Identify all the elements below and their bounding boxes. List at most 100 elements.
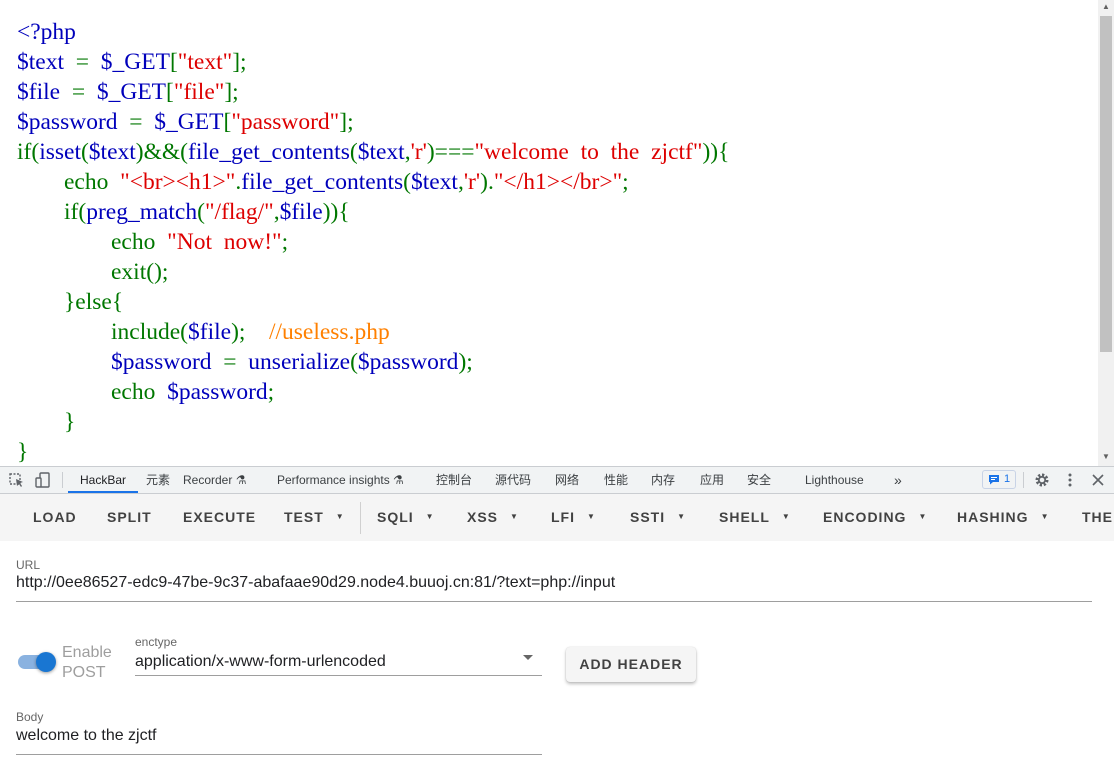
hackbar-button-10[interactable]: HASHING ▼ <box>957 494 1049 541</box>
tab-6[interactable]: 网络 <box>555 467 579 493</box>
code-token: } <box>17 409 76 435</box>
hackbar-button-5[interactable]: XSS ▼ <box>467 494 519 541</box>
code-token: $text <box>410 169 458 195</box>
tab-5[interactable]: 源代码 <box>495 467 531 493</box>
chevron-down-icon: ▼ <box>781 511 791 521</box>
hackbar-button-label: EXECUTE <box>183 509 257 525</box>
more-tabs-icon[interactable]: » <box>894 467 902 493</box>
gear-icon[interactable] <box>1033 470 1051 490</box>
code-token: )&&( <box>135 139 189 165</box>
chevron-down-icon: ▼ <box>335 511 345 521</box>
hackbar-button-label: HASHING <box>957 509 1029 525</box>
issues-count: 1 <box>1004 473 1011 485</box>
tab-10[interactable]: 安全 <box>747 467 771 493</box>
code-token: $password <box>167 379 268 405</box>
scroll-up-arrow-icon[interactable]: ▲ <box>1098 0 1114 14</box>
code-token: echo <box>17 229 168 255</box>
php-source-code: <?php $text = $_GET["text"]; $file = $_G… <box>0 0 1098 466</box>
code-token: $password <box>111 349 212 375</box>
code-token: $file <box>279 199 323 225</box>
tab-8[interactable]: 内存 <box>651 467 675 493</box>
hackbar-button-label: LOAD <box>33 509 77 525</box>
enctype-select[interactable]: application/x-www-form-urlencoded <box>135 653 386 671</box>
hackbar-button-3[interactable]: TEST ▼ <box>284 494 345 541</box>
hackbar-button-2[interactable]: EXECUTE <box>183 494 256 541</box>
code-token: "welcome to the zjctf" <box>474 139 703 165</box>
tab-11[interactable]: Lighthouse <box>805 467 864 493</box>
code-token: ; <box>267 379 275 405</box>
tab-divider <box>62 472 63 488</box>
tab-9[interactable]: 应用 <box>700 467 724 493</box>
code-token: $_GET <box>100 49 170 75</box>
issues-icon <box>989 475 999 485</box>
code-token: 'r' <box>410 139 427 165</box>
body-input-underline <box>16 754 542 755</box>
code-token: ( <box>349 139 358 165</box>
code-token: "</h1></br>" <box>493 169 623 195</box>
tab-7[interactable]: 性能 <box>604 467 628 493</box>
hackbar-button-1[interactable]: SPLIT <box>107 494 152 541</box>
code-token: <?php <box>17 19 76 45</box>
tab-divider <box>1023 472 1024 488</box>
tab-1[interactable]: 元素 <box>146 467 170 493</box>
code-token: $file <box>188 319 232 345</box>
scroll-down-arrow-icon[interactable]: ▼ <box>1098 450 1114 464</box>
code-token: $text <box>17 49 64 75</box>
hackbar-button-8[interactable]: SHELL ▼ <box>719 494 791 541</box>
code-token: = <box>211 349 249 375</box>
body-label: Body <box>16 710 44 724</box>
code-token: [ <box>166 79 174 105</box>
code-token: file_get_contents <box>241 169 404 195</box>
chevron-down-icon: ▼ <box>510 511 519 521</box>
chevron-down-icon[interactable] <box>523 655 533 660</box>
hackbar-button-4[interactable]: SQLI ▼ <box>377 494 435 541</box>
tab-0[interactable]: HackBar <box>68 467 139 493</box>
tab-2[interactable]: Recorder ⚗ <box>183 467 246 493</box>
hackbar-button-9[interactable]: ENCODING ▼ <box>823 494 927 541</box>
toolbar-separator <box>360 502 361 534</box>
hackbar-button-label: SQLI <box>377 509 414 525</box>
code-token: )){ <box>702 139 730 165</box>
code-token: ; <box>622 169 629 195</box>
issues-badge[interactable]: 1 <box>982 470 1016 489</box>
code-token: [ <box>169 49 178 75</box>
chevron-down-icon: ▼ <box>918 511 928 521</box>
url-input[interactable]: http://0ee86527-edc9-47be-9c37-abafaae90… <box>16 574 615 592</box>
hackbar-toolbar: LOAD SPLIT EXECUTE TEST ▼ SQLI ▼ XSS ▼ LFI ▼ SSTI ▼ S… <box>0 494 1114 541</box>
tab-4[interactable]: 控制台 <box>436 467 472 493</box>
code-token: ). <box>480 169 494 195</box>
code-token: ; <box>281 229 289 255</box>
hackbar-button-label: TEST <box>284 509 324 525</box>
code-token: "Not now!" <box>167 229 282 255</box>
code-token: echo <box>17 169 121 195</box>
scrollbar-thumb[interactable] <box>1100 16 1112 352</box>
hackbar-button-7[interactable]: SSTI ▼ <box>630 494 686 541</box>
code-token: $_GET <box>154 109 224 135</box>
code-token: }else{ <box>17 289 124 315</box>
chevron-down-icon: ▼ <box>1040 511 1050 521</box>
tab-3[interactable]: Performance insights ⚗ <box>277 467 404 493</box>
url-label: URL <box>16 558 41 572</box>
hackbar-button-0[interactable]: LOAD <box>33 494 77 541</box>
body-input[interactable]: welcome to the zjctf <box>16 727 157 745</box>
add-header-button[interactable]: ADD HEADER <box>566 647 696 682</box>
code-token: ]; <box>339 109 354 135</box>
hackbar-button-label: SSTI <box>630 509 666 525</box>
hackbar-button-6[interactable]: LFI ▼ <box>551 494 596 541</box>
toggle-knob[interactable] <box>36 652 56 672</box>
inspect-icon[interactable] <box>8 470 26 490</box>
kebab-menu-icon[interactable] <box>1061 470 1079 490</box>
close-icon[interactable] <box>1089 470 1107 490</box>
source-code-view: <?php $text = $_GET["text"]; $file = $_G… <box>0 0 1098 466</box>
code-token: isset <box>39 139 81 165</box>
chevron-down-icon: ▼ <box>677 511 687 521</box>
hackbar-button-label: ENCODING <box>823 509 907 525</box>
hackbar-button-11[interactable]: THE <box>1082 494 1113 541</box>
device-toggle-icon[interactable] <box>34 470 52 490</box>
page-scrollbar[interactable]: ▲ ▼ <box>1098 0 1114 466</box>
code-token: unserialize <box>248 349 351 375</box>
chevron-down-icon: ▼ <box>587 511 596 521</box>
code-token: "text" <box>177 49 233 75</box>
hackbar-button-label: THE <box>1082 509 1113 525</box>
code-token: 'r' <box>463 169 481 195</box>
